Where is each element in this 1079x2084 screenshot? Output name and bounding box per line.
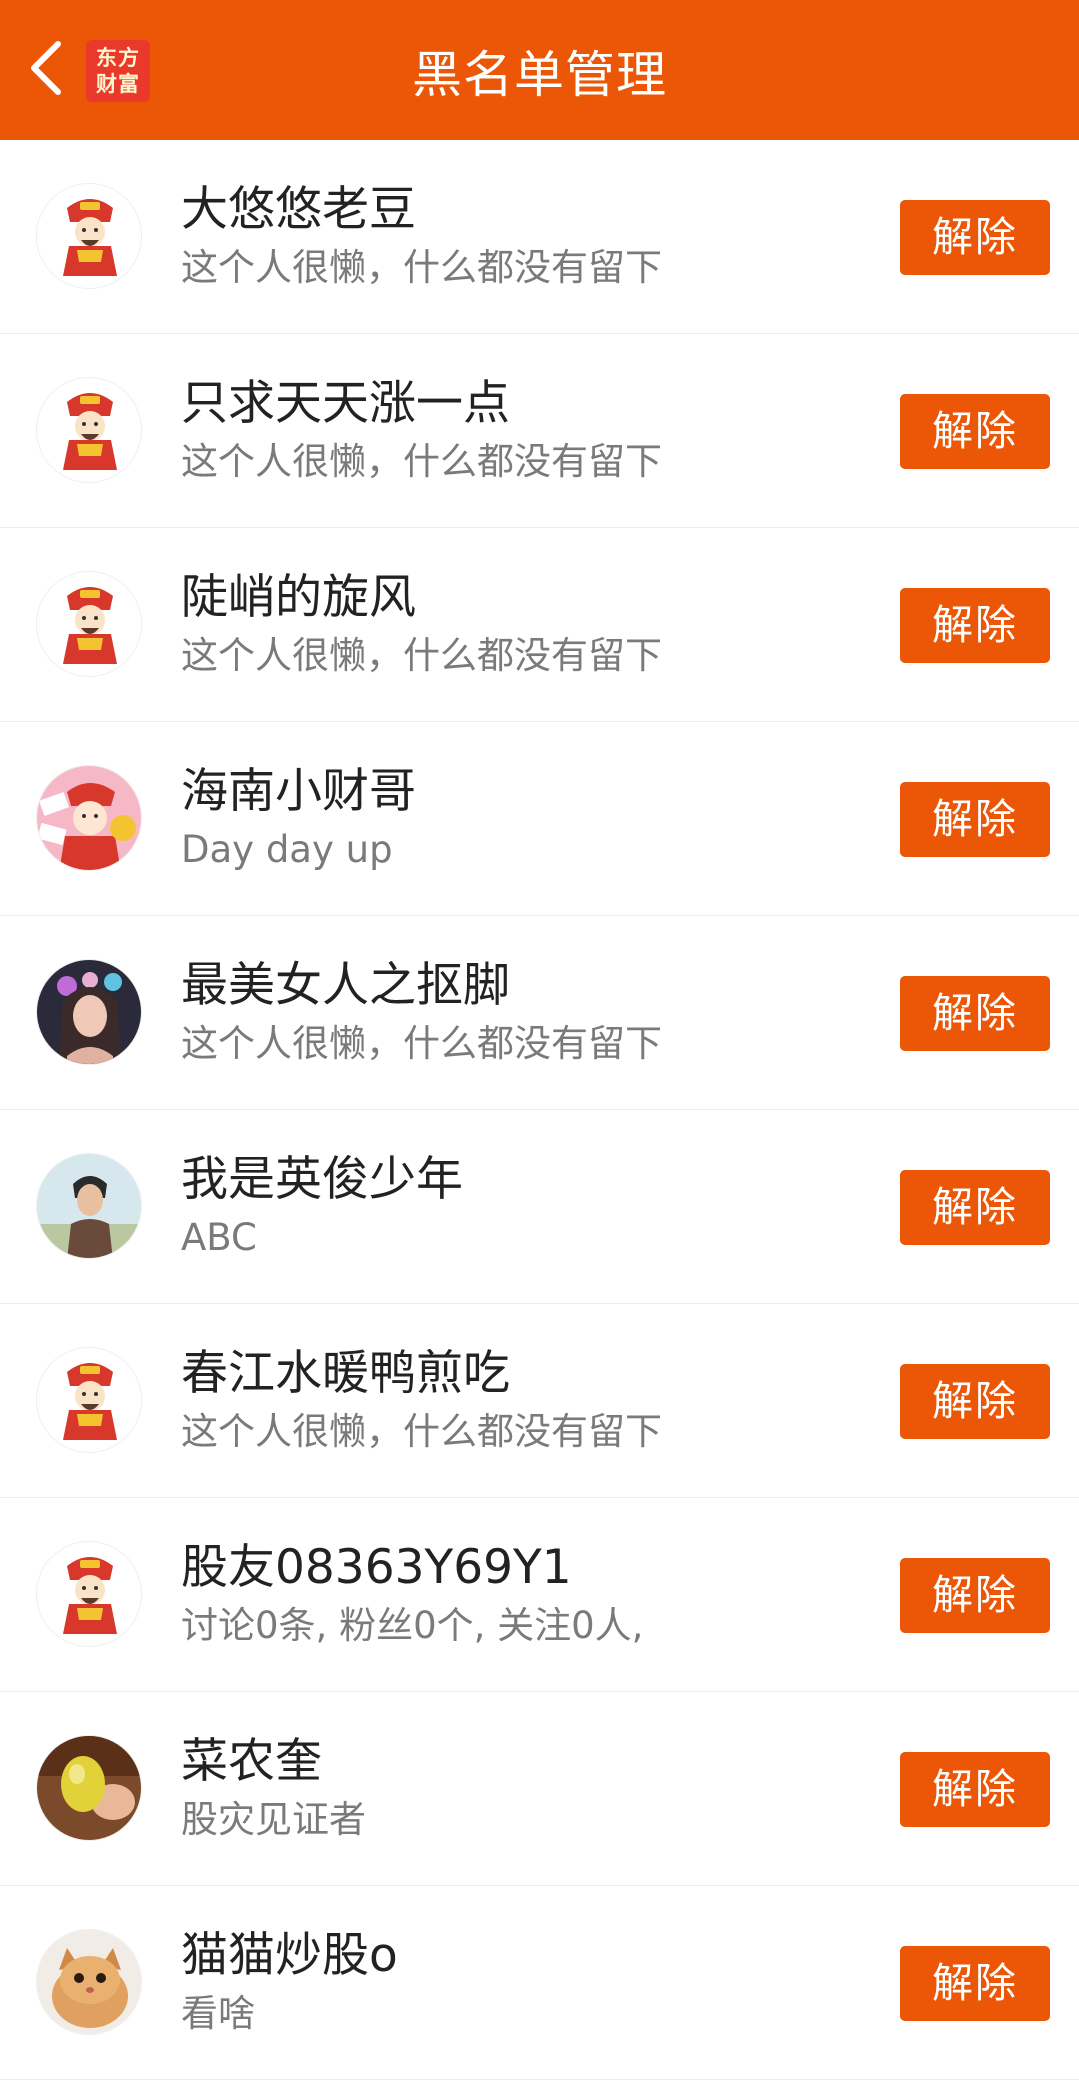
user-name[interactable]: 大悠悠老豆 [181, 180, 416, 240]
avatar[interactable] [36, 1153, 142, 1259]
unblock-button[interactable]: 解除 [900, 394, 1050, 469]
avatar[interactable] [36, 183, 142, 289]
default-mascot-avatar-icon [37, 378, 141, 482]
page-title: 黑名单管理 [412, 46, 667, 104]
list-item: 我是英俊少年 ABC 解除 [0, 1110, 1079, 1304]
user-name[interactable]: 最美女人之抠脚 [181, 956, 510, 1016]
unblock-button[interactable]: 解除 [900, 588, 1050, 663]
user-bio: 这个人很懒，什么都没有留下 [181, 1022, 662, 1065]
unblock-button[interactable]: 解除 [900, 782, 1050, 857]
default-mascot-avatar-icon [37, 184, 141, 288]
list-item: 猫猫炒股o 看啥 解除 [0, 1886, 1079, 2080]
fortune-mascot-avatar-icon [37, 766, 141, 870]
kitten-photo-avatar-icon [37, 1930, 141, 2034]
user-name[interactable]: 海南小财哥 [181, 762, 416, 822]
user-name[interactable]: 股友08363Y69Y1 [181, 1538, 572, 1598]
user-bio: Day day up [181, 828, 393, 871]
user-bio: 这个人很懒，什么都没有留下 [181, 634, 662, 677]
user-bio: 股灾见证者 [181, 1798, 366, 1841]
blocked-user-list: 大悠悠老豆 这个人很懒，什么都没有留下 解除 只求天天涨一点 这个人很懒，什么都… [0, 140, 1079, 2080]
unblock-button[interactable]: 解除 [900, 1364, 1050, 1439]
list-item: 海南小财哥 Day day up 解除 [0, 722, 1079, 916]
list-item: 大悠悠老豆 这个人很懒，什么都没有留下 解除 [0, 140, 1079, 334]
avatar[interactable] [36, 377, 142, 483]
avatar[interactable] [36, 765, 142, 871]
user-bio: 这个人很懒，什么都没有留下 [181, 246, 662, 289]
unblock-button[interactable]: 解除 [900, 1558, 1050, 1633]
user-name[interactable]: 我是英俊少年 [181, 1150, 463, 1210]
list-item: 陡峭的旋风 这个人很懒，什么都没有留下 解除 [0, 528, 1079, 722]
avatar[interactable] [36, 571, 142, 677]
user-name[interactable]: 只求天天涨一点 [181, 374, 510, 434]
user-name[interactable]: 陡峭的旋风 [181, 568, 416, 628]
user-bio: 这个人很懒，什么都没有留下 [181, 440, 662, 483]
unblock-button[interactable]: 解除 [900, 1170, 1050, 1245]
default-mascot-avatar-icon [37, 1348, 141, 1452]
avatar[interactable] [36, 1347, 142, 1453]
list-item: 股友08363Y69Y1 讨论0条, 粉丝0个, 关注0人, 解除 [0, 1498, 1079, 1692]
unblock-button[interactable]: 解除 [900, 200, 1050, 275]
user-bio: 看啥 [181, 1992, 255, 2035]
list-item: 春江水暖鸭煎吃 这个人很懒，什么都没有留下 解除 [0, 1304, 1079, 1498]
list-item: 最美女人之抠脚 这个人很懒，什么都没有留下 解除 [0, 916, 1079, 1110]
avatar[interactable] [36, 959, 142, 1065]
unblock-button[interactable]: 解除 [900, 1946, 1050, 2021]
top-app-bar: 东方 财富 黑名单管理 [0, 0, 1079, 140]
fruit-photo-avatar-icon [37, 1736, 141, 1840]
user-name[interactable]: 菜农奎 [181, 1732, 322, 1792]
avatar[interactable] [36, 1929, 142, 2035]
user-bio: 这个人很懒，什么都没有留下 [181, 1410, 662, 1453]
user-bio: 讨论0条, 粉丝0个, 关注0人, [181, 1604, 644, 1647]
user-name[interactable]: 猫猫炒股o [181, 1926, 398, 1986]
user-bio: ABC [181, 1216, 257, 1259]
list-item: 菜农奎 股灾见证者 解除 [0, 1692, 1079, 1886]
list-item: 只求天天涨一点 这个人很懒，什么都没有留下 解除 [0, 334, 1079, 528]
avatar[interactable] [36, 1541, 142, 1647]
avatar[interactable] [36, 1735, 142, 1841]
portrait-photo-avatar-icon [37, 1154, 141, 1258]
portrait-photo-avatar-icon [37, 960, 141, 1064]
default-mascot-avatar-icon [37, 1542, 141, 1646]
default-mascot-avatar-icon [37, 572, 141, 676]
user-name[interactable]: 春江水暖鸭煎吃 [181, 1344, 510, 1404]
unblock-button[interactable]: 解除 [900, 1752, 1050, 1827]
unblock-button[interactable]: 解除 [900, 976, 1050, 1051]
